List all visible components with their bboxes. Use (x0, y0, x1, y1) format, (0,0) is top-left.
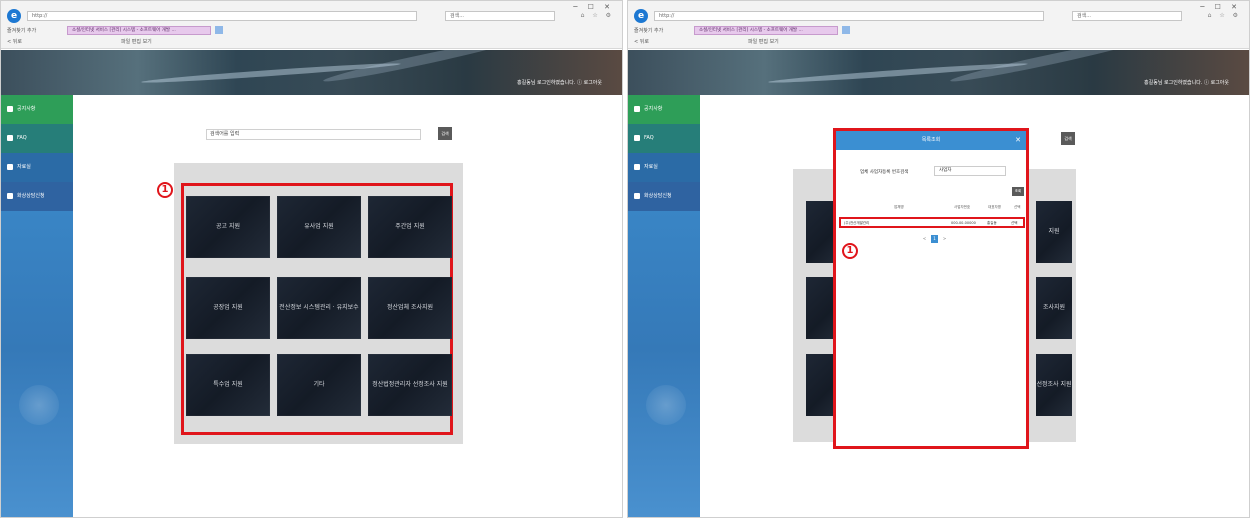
browser-chrome: e http:// 검색... ─ ☐ ✕ ⌂ ☆ ⚙ 즐겨찾기 추가 소셜/인… (1, 1, 622, 49)
callout-marker: 1 (157, 182, 173, 198)
column-header: 업체명 (894, 205, 904, 209)
select-link[interactable]: 선택 (1011, 221, 1017, 226)
sidebar-item-label: 공지사항 (17, 106, 36, 112)
window-controls[interactable]: ─ ☐ ✕ (1200, 3, 1241, 11)
toolbar-icons[interactable]: ⌂ ☆ ⚙ (581, 12, 614, 19)
sidebar-decoration (19, 385, 59, 425)
category-tile[interactable]: 공고 지원 (186, 196, 270, 258)
category-tile-partial[interactable]: 조사지원 (1036, 277, 1072, 339)
modal-field-label: 업체 사업자등록 번호검색 (860, 170, 909, 175)
category-tile[interactable]: 공장업 지원 (186, 277, 270, 339)
question-icon (634, 135, 640, 141)
window-controls[interactable]: ─ ☐ ✕ (573, 3, 614, 11)
category-tile[interactable]: 기타 (277, 354, 361, 416)
sidebar-item-faq[interactable]: FAQ (1, 124, 73, 153)
new-tab-button[interactable] (842, 26, 850, 34)
search-button[interactable]: 검색 (1061, 132, 1075, 145)
sidebar-item-faq[interactable]: FAQ (628, 124, 700, 153)
new-tab-button[interactable] (215, 26, 223, 34)
sidebar-item-notice[interactable]: 공지사항 (1, 95, 73, 124)
command-bar[interactable]: 파일 편집 보기 (121, 38, 152, 45)
sidebar-decoration (646, 385, 686, 425)
column-header: 대표자명 (988, 205, 1001, 209)
site-banner: 홍길동님 로그인하였습니다. ⓘ 로그아웃 (628, 50, 1249, 95)
site-banner: 홍길동님 로그인하였습니다. ⓘ 로그아웃 (1, 50, 622, 95)
sidebar-item-video-consult[interactable]: 화상상담신청 (1, 182, 73, 211)
pagination: < 1 > (921, 235, 951, 243)
user-status[interactable]: 홍길동님 로그인하였습니다. ⓘ 로그아웃 (517, 79, 602, 86)
category-tile[interactable]: 정산법정관리자 선정조사 지원 (368, 354, 452, 416)
sidebar-item-label: 자료실 (17, 164, 31, 170)
search-button[interactable]: 검색 (438, 127, 452, 140)
browser-search-field[interactable]: 검색... (1072, 11, 1182, 21)
sidebar-item-label: 화상상담신청 (17, 193, 45, 199)
page-button[interactable]: 1 (931, 235, 938, 243)
sidebar-item-video-consult[interactable]: 화상상담신청 (628, 182, 700, 211)
next-page-button[interactable]: > (941, 235, 948, 243)
result-table-header: 업체명 사업자번호 대표자명 선택 (842, 205, 1022, 213)
back-button[interactable]: < 뒤로 (7, 38, 22, 45)
browser-window-right: e http:// 검색... ─ ☐ ✕ ⌂ ☆ ⚙ 즐겨찾기 추가 소셜/인… (627, 0, 1250, 518)
address-bar[interactable]: http:// (27, 11, 417, 21)
prev-page-button[interactable]: < (921, 235, 928, 243)
search-row: 검색어를 입력 검색 (206, 127, 452, 141)
toolbar-icons[interactable]: ⌂ ☆ ⚙ (1208, 12, 1241, 19)
sidebar-item-archive[interactable]: 자료실 (1, 153, 73, 182)
modal-search-button[interactable]: 조회 (1012, 187, 1024, 196)
search-input[interactable]: 검색어를 입력 (206, 129, 421, 140)
sidebar-item-label: FAQ (17, 135, 27, 141)
sidebar-item-label: 공지사항 (644, 106, 663, 112)
table-cell: 홍길동 (987, 221, 997, 225)
category-tile-partial[interactable]: 선정조사 지원 (1036, 354, 1072, 416)
browser-search-field[interactable]: 검색... (445, 11, 555, 21)
close-icon[interactable]: ✕ (1013, 135, 1023, 145)
browser-chrome: e http:// 검색... ─ ☐ ✕ ⌂ ☆ ⚙ 즐겨찾기 추가 소셜/인… (628, 1, 1249, 49)
folder-icon (634, 164, 640, 170)
sidebar-item-label: 자료실 (644, 164, 658, 170)
screenshot-pair: e http:// 검색... ─ ☐ ✕ ⌂ ☆ ⚙ 즐겨찾기 추가 소셜/인… (0, 0, 1254, 518)
column-header: 선택 (1014, 205, 1021, 209)
folder-icon (7, 164, 13, 170)
sidebar-item-label: 화상상담신청 (644, 193, 672, 199)
category-tile[interactable]: 주간업 지원 (368, 196, 452, 258)
user-status[interactable]: 홍길동님 로그인하였습니다. ⓘ 로그아웃 (1144, 79, 1229, 86)
category-tile[interactable]: 전산정보 시스템관리 · 유지보수 (277, 277, 361, 339)
browser-tab[interactable]: 소셜/인터넷 서비스 [관리] 시스템 - 소프트웨어 개발 ... (694, 26, 838, 35)
info-icon (634, 106, 640, 112)
address-bar[interactable]: http:// (654, 11, 1044, 21)
question-icon (7, 135, 13, 141)
ie-logo-icon[interactable]: e (634, 9, 648, 23)
info-icon (7, 106, 13, 112)
browser-window-left: e http:// 검색... ─ ☐ ✕ ⌂ ☆ ⚙ 즐겨찾기 추가 소셜/인… (0, 0, 623, 518)
category-tile[interactable]: 유사업 지원 (277, 196, 361, 258)
sidebar-item-notice[interactable]: 공지사항 (628, 95, 700, 124)
sidebar-item-archive[interactable]: 자료실 (628, 153, 700, 182)
video-icon (7, 193, 13, 199)
browser-tab[interactable]: 소셜/인터넷 서비스 [관리] 시스템 - 소프트웨어 개발 ... (67, 26, 211, 35)
video-icon (634, 193, 640, 199)
callout-marker: 1 (842, 243, 858, 259)
business-number-input[interactable]: 사업자 (934, 166, 1006, 176)
favorites-link[interactable]: 즐겨찾기 추가 (634, 27, 663, 34)
table-cell: (주)전산개발관리 (844, 221, 870, 225)
modal-title: 목록조회 (836, 131, 1026, 150)
search-modal: 목록조회 ✕ 업체 사업자등록 번호검색 사업자 조회 업체명 사업자번호 대표… (833, 128, 1029, 449)
ie-logo-icon[interactable]: e (7, 9, 21, 23)
table-cell: 000-00-00000 (951, 221, 976, 225)
category-tile[interactable]: 정산업체 조사지원 (368, 277, 452, 339)
sidebar-item-label: FAQ (644, 135, 654, 141)
sidebar: 공지사항 FAQ 자료실 화상상담신청 (628, 95, 700, 517)
back-button[interactable]: < 뒤로 (634, 38, 649, 45)
category-tile-partial[interactable]: 지원 (1036, 201, 1072, 263)
column-header: 사업자번호 (954, 205, 971, 209)
sidebar: 공지사항 FAQ 자료실 화상상담신청 (1, 95, 73, 517)
command-bar[interactable]: 파일 편집 보기 (748, 38, 779, 45)
favorites-link[interactable]: 즐겨찾기 추가 (7, 27, 36, 34)
category-tile[interactable]: 특수업 지원 (186, 354, 270, 416)
table-row[interactable]: (주)전산개발관리 000-00-00000 홍길동 선택 (839, 217, 1025, 228)
